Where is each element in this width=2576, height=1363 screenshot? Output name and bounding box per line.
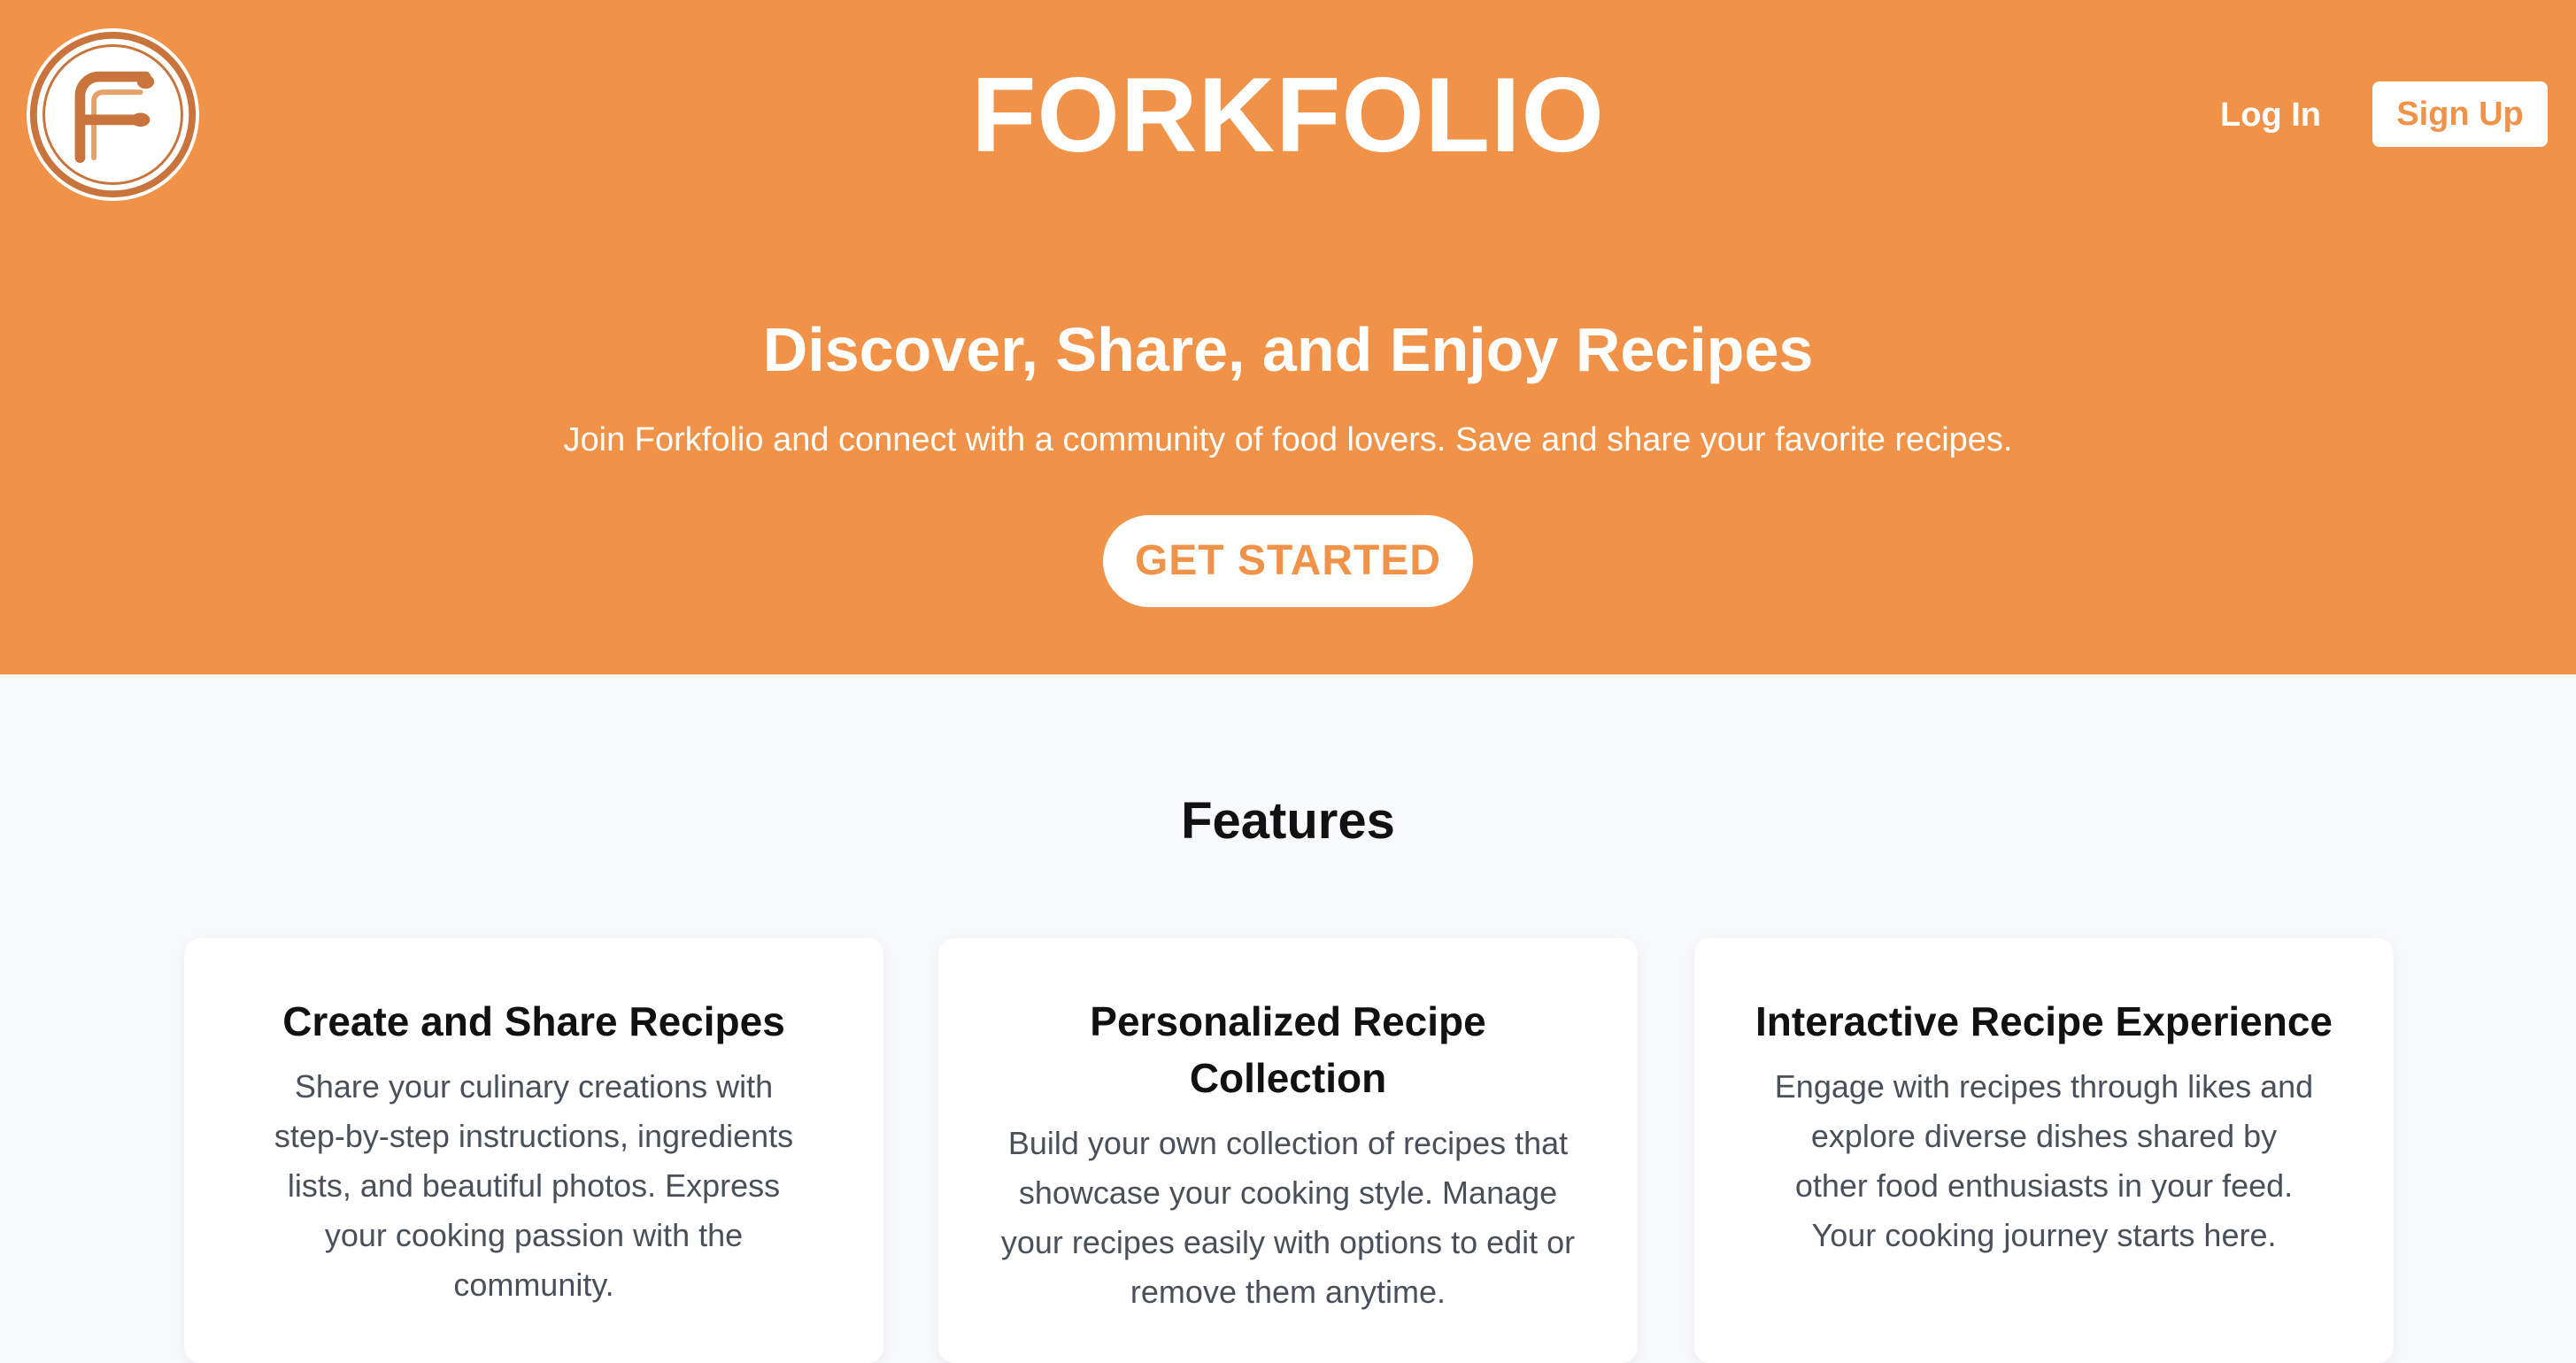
feature-card-title: Interactive Recipe Experience (1755, 998, 2333, 1044)
feature-card-title: Create and Share Recipes (282, 998, 785, 1044)
feature-card-description: Engage with recipes through likes and ex… (1774, 1068, 2314, 1253)
login-link[interactable]: Log In (2213, 87, 2328, 143)
feature-card-title: Personalized Recipe Collection (1090, 998, 1486, 1101)
get-started-button[interactable]: GET STARTED (1103, 515, 1473, 607)
feature-card: Interactive Recipe Experience Engage wit… (1694, 938, 2394, 1363)
feature-card: Personalized Recipe Collection Build you… (938, 938, 1638, 1363)
hero-subtitle: Join Forkfolio and connect with a commun… (563, 421, 2013, 458)
hero-section: FORKFOLIO Log In Sign Up Discover, Share… (0, 0, 2576, 674)
hero-title: Discover, Share, and Enjoy Recipes (762, 315, 1814, 384)
signup-button[interactable]: Sign Up (2372, 81, 2548, 147)
features-title: Features (1181, 792, 1395, 850)
brand-title: FORKFOLIO (971, 56, 1605, 174)
feature-card-description: Share your culinary creations with step-… (274, 1068, 794, 1303)
feature-card-description: Build your own collection of recipes tha… (1000, 1125, 1576, 1310)
feature-card: Create and Share Recipes Share your culi… (184, 938, 883, 1363)
